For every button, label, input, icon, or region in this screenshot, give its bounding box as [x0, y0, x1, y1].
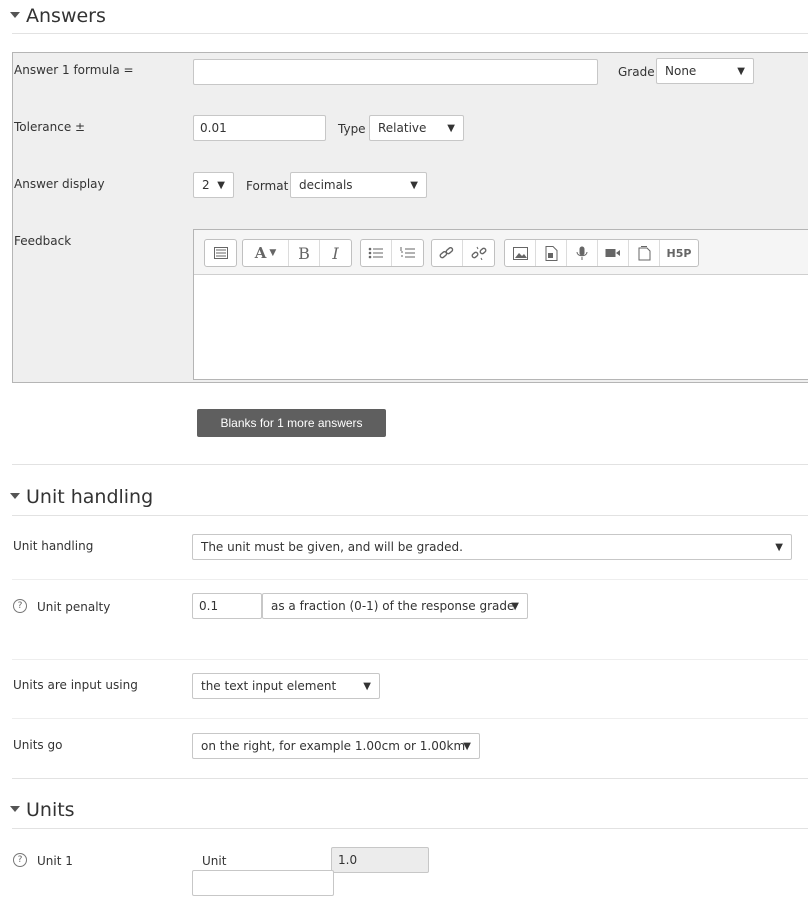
image-icon[interactable] — [505, 240, 536, 266]
toolbar-group — [360, 239, 424, 267]
unit-penalty-input[interactable]: 0.1 — [192, 593, 262, 619]
format-select-value: decimals — [299, 178, 353, 192]
divider — [12, 515, 808, 516]
units-input-value: the text input element — [201, 679, 337, 693]
unit-handling-section-header[interactable]: Unit handling — [10, 486, 153, 508]
editor-toolbar: A ▼ B I H5P — [194, 230, 808, 275]
chevron-down-icon: ▼ — [363, 681, 371, 692]
collapse-caret-icon — [10, 11, 20, 18]
chevron-down-icon: ▼ — [447, 123, 455, 134]
unit-handling-value: The unit must be given, and will be grad… — [201, 540, 463, 554]
manage-files-icon[interactable] — [629, 240, 660, 266]
font-style-icon[interactable]: A ▼ — [243, 240, 289, 266]
chevron-down-icon: ▼ — [511, 601, 519, 612]
divider — [12, 778, 808, 779]
tolerance-input[interactable]: 0.01 — [193, 115, 326, 141]
media-icon[interactable] — [536, 240, 567, 266]
toolbar-group — [431, 239, 495, 267]
unit-handling-select[interactable]: The unit must be given, and will be grad… — [192, 534, 792, 560]
answer-display-value: 2 — [202, 178, 210, 192]
divider — [12, 464, 808, 465]
chevron-down-icon: ▼ — [410, 180, 418, 191]
divider — [12, 579, 808, 580]
unit-penalty-mode-select[interactable]: as a fraction (0-1) of the response grad… — [262, 593, 528, 619]
grade-select[interactable]: None ▼ — [656, 58, 754, 84]
chevron-down-icon: ▼ — [463, 741, 471, 752]
units-go-value: on the right, for example 1.00cm or 1.00… — [201, 739, 466, 753]
type-label: Type — [338, 122, 366, 136]
help-icon[interactable]: ? — [13, 599, 27, 613]
divider — [12, 659, 808, 660]
h5p-icon[interactable]: H5P — [660, 240, 698, 266]
unit-1-label: Unit 1 — [37, 854, 73, 868]
divider — [12, 828, 808, 829]
answer-display-label: Answer display — [14, 177, 105, 191]
format-label: Format — [246, 179, 289, 193]
units-input-label: Units are input using — [13, 678, 138, 692]
unit-penalty-label: Unit penalty — [37, 600, 111, 614]
toolbar-group — [204, 239, 237, 267]
record-video-icon[interactable] — [598, 240, 629, 266]
toolbar-group: A ▼ B I — [242, 239, 352, 267]
unit-handling-label: Unit handling — [13, 539, 94, 553]
tolerance-type-select[interactable]: Relative ▼ — [369, 115, 464, 141]
unit-penalty-mode-value: as a fraction (0-1) of the response grad… — [271, 599, 515, 613]
unit-1-input[interactable] — [192, 870, 334, 896]
chevron-down-icon: ▼ — [217, 180, 225, 191]
unit-multiplier-field: 1.0 — [331, 847, 429, 873]
units-go-select[interactable]: on the right, for example 1.00cm or 1.00… — [192, 733, 480, 759]
divider — [12, 33, 808, 34]
record-audio-icon[interactable] — [567, 240, 598, 266]
units-section-header[interactable]: Units — [10, 799, 75, 821]
answers-title: Answers — [26, 5, 106, 27]
unordered-list-icon[interactable] — [361, 240, 392, 266]
grade-label: Grade — [618, 65, 655, 79]
feedback-label: Feedback — [14, 234, 72, 248]
units-go-label: Units go — [13, 738, 63, 752]
answer-1-formula-label: Answer 1 formula = — [14, 63, 134, 77]
grade-select-value: None — [665, 64, 697, 78]
feedback-editor[interactable]: A ▼ B I H5P — [193, 229, 808, 380]
format-select[interactable]: decimals ▼ — [290, 172, 427, 198]
toolbar-group: H5P — [504, 239, 699, 267]
unit-sub-label: Unit — [202, 854, 227, 868]
units-input-select[interactable]: the text input element ▼ — [192, 673, 380, 699]
bold-icon[interactable]: B — [289, 240, 320, 266]
answers-section-header[interactable]: Answers — [10, 5, 106, 27]
divider — [12, 718, 808, 719]
blanks-for-more-answers-button[interactable]: Blanks for 1 more answers — [197, 409, 386, 437]
link-icon[interactable] — [432, 240, 463, 266]
feedback-editor-content[interactable] — [194, 275, 808, 379]
tolerance-label: Tolerance ± — [14, 120, 86, 134]
answer-1-formula-input[interactable] — [193, 59, 598, 85]
help-icon[interactable]: ? — [13, 853, 27, 867]
collapse-caret-icon — [10, 492, 20, 499]
unit-handling-title: Unit handling — [26, 486, 154, 508]
italic-icon[interactable]: I — [320, 240, 351, 266]
toolbar-toggle-icon[interactable] — [205, 240, 236, 266]
chevron-down-icon: ▼ — [737, 66, 745, 77]
chevron-down-icon: ▼ — [775, 542, 783, 553]
units-title: Units — [26, 799, 75, 821]
tolerance-type-value: Relative — [378, 121, 427, 135]
ordered-list-icon[interactable] — [392, 240, 423, 266]
collapse-caret-icon — [10, 805, 20, 812]
answer-display-select[interactable]: 2 ▼ — [193, 172, 234, 198]
unlink-icon[interactable] — [463, 240, 494, 266]
